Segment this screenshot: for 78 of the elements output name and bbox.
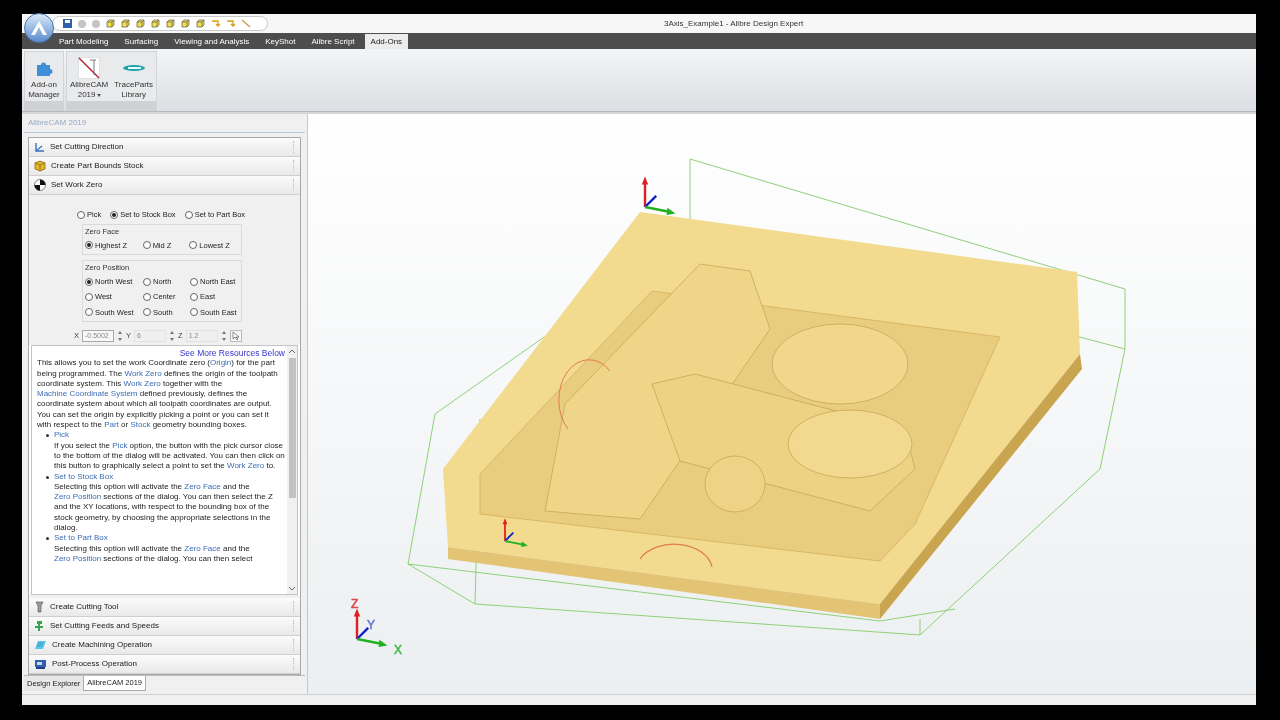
button-label: TraceParts xyxy=(114,80,154,90)
ribbon-button[interactable]: TraceParts Library xyxy=(111,52,157,101)
view-cube-icon[interactable] xyxy=(106,19,115,28)
pick-point-button[interactable] xyxy=(229,329,242,342)
help-link[interactable]: Pick xyxy=(54,430,70,441)
help-paragraph: Selecting this option will activate the Zero Face and the Zero Position sections of the dialog. You can then select the Z and the XY locations, with respect to the bounding box of the stock geometry, by choosing the appropriate selections in the dialog. xyxy=(54,481,274,534)
view-cube-icon[interactable] xyxy=(151,19,160,28)
axis-label: Y xyxy=(367,618,375,632)
alibrecam-logo-icon xyxy=(78,57,101,79)
help-link[interactable]: Zero Position xyxy=(54,492,102,502)
help-link[interactable]: Set to Part Box xyxy=(54,533,108,544)
help-link[interactable]: Set to Stock Box xyxy=(54,471,114,482)
spindle-icon xyxy=(34,620,45,632)
help-link[interactable]: Part xyxy=(104,420,119,430)
ribbon-button[interactable]: Add-on Manager xyxy=(25,52,63,101)
help-link[interactable]: Zero Position xyxy=(54,553,102,563)
accordion-header[interactable]: Set Cutting Direction xyxy=(29,138,300,157)
help-paragraph: If you select the Pick option, the button with the pick cursor close to the bottom of the dialog will be activated. You can then click on this button to graphically select a point to set the Work Zero to. xyxy=(54,440,285,472)
ribbon-button[interactable]: AlibreCAM 2019 xyxy=(67,52,112,101)
button-label: Library xyxy=(121,90,146,100)
axis-triad-icon xyxy=(353,608,388,647)
accordion-header[interactable]: Set Work Zero xyxy=(29,176,300,195)
resources-link[interactable]: See More Resources Below xyxy=(179,348,285,359)
axis-arrows-icon xyxy=(34,141,45,153)
spinner-icon[interactable] xyxy=(169,329,176,342)
axis-label: X xyxy=(394,643,402,657)
bullet-icon xyxy=(46,537,49,541)
help-link[interactable]: Work Zero xyxy=(124,368,162,378)
ribbon-tab[interactable]: Part Modeling xyxy=(53,34,115,49)
ribbon-tab[interactable]: Viewing and Analysis xyxy=(168,34,256,49)
help-link[interactable]: Work Zero xyxy=(227,461,265,471)
help-link[interactable]: Stock xyxy=(130,420,151,430)
save-icon[interactable] xyxy=(63,19,72,28)
cursor-icon xyxy=(232,331,240,340)
ribbon-tab[interactable]: KeyShot xyxy=(259,34,302,49)
toolpath-icon xyxy=(34,639,47,651)
view-cube-icon[interactable] xyxy=(196,19,205,28)
button-label: AlibreCAM xyxy=(70,80,109,90)
help-link[interactable]: Machine Coordinate System xyxy=(37,389,138,399)
button-label: Add-on xyxy=(31,80,57,90)
view-cube-icon[interactable] xyxy=(121,19,130,28)
panel-title: AlibreCAM 2019 xyxy=(28,117,87,129)
accordion-header[interactable]: Create Cutting Tool xyxy=(29,598,300,617)
axis-triad-icon xyxy=(502,518,528,547)
help-link[interactable]: Zero Face xyxy=(184,481,221,491)
accordion-header[interactable]: Set Cutting Feeds and Speeds xyxy=(29,617,300,636)
accordion-header[interactable]: Create Machining Operation xyxy=(29,636,300,655)
scrollbar[interactable] xyxy=(287,346,297,594)
view-cube-icon[interactable] xyxy=(166,19,175,28)
app-logo-icon xyxy=(30,20,48,36)
help-link[interactable]: Pick xyxy=(112,440,128,450)
cube-icon xyxy=(34,160,46,172)
traceparts-logo-icon xyxy=(121,64,146,72)
help-link[interactable]: Work Zero xyxy=(123,378,161,388)
accordion-header[interactable]: Post-Process Operation xyxy=(29,655,300,674)
end-mill-icon xyxy=(34,601,45,613)
view-cube-icon[interactable] xyxy=(136,19,145,28)
window-title: 3Axis_Example1 - Alibre Design Expert xyxy=(664,17,804,30)
bullet-icon xyxy=(46,434,49,438)
help-paragraph: This allows you to set the work Coordinate zero (Origin) for the part being programmed. The Work Zero defines the origin of the toolpath coordinate system. This Work Zero together with the Machine Coordinate System defined previously, defines the coordinate system about which all toolpath coordinates are output. You can set the origin by explicitly picking a point or you can set it with respect to the Part or Stock geometry bounding boxes. xyxy=(37,358,279,431)
help-link[interactable]: Zero Face xyxy=(184,543,221,553)
accordion-header[interactable]: Create Part Bounds Stock xyxy=(29,157,300,176)
button-label: 2019 xyxy=(77,90,96,100)
app-logo-button[interactable] xyxy=(24,13,54,43)
button-label: Manager xyxy=(28,90,60,100)
spinner-icon[interactable] xyxy=(117,329,123,342)
origin-target-icon xyxy=(34,179,46,191)
ribbon-tab[interactable]: Add-Ons xyxy=(364,34,409,49)
help-paragraph: Selecting this option will activate the Zero Face and the Zero Position sections of the dialog. You can then select xyxy=(54,543,254,565)
spinner-icon[interactable] xyxy=(220,329,227,342)
ribbon-tab[interactable]: Surfacing xyxy=(118,34,165,49)
axis-label: Z xyxy=(351,597,359,611)
ribbon-tab[interactable]: Alibre Script xyxy=(305,34,361,49)
machine-icon xyxy=(34,658,47,670)
line-icon[interactable] xyxy=(241,19,251,28)
bullet-icon xyxy=(46,475,49,479)
axis-triad-icon xyxy=(641,176,676,215)
view-cube-icon[interactable] xyxy=(181,19,190,28)
